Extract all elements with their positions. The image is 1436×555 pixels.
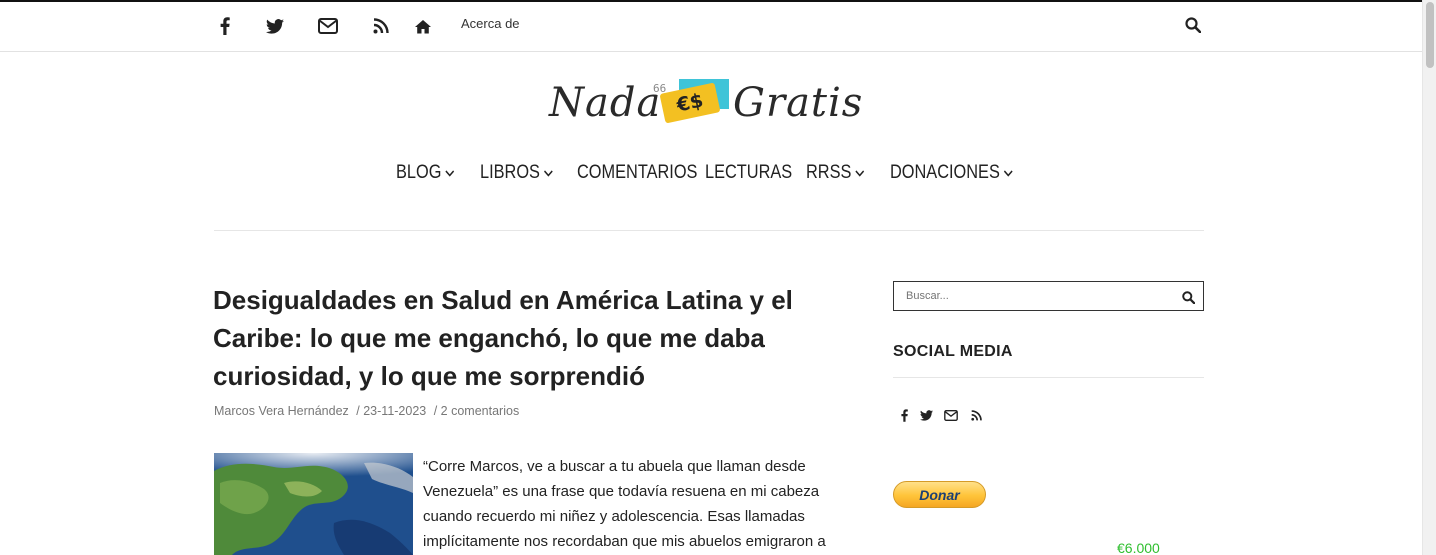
post-title[interactable]: Desigualdades en Salud en América Latina…: [213, 281, 833, 395]
nav-item-label: COMENTARIOS: [577, 162, 698, 183]
post-meta: Marcos Vera Hernández / 23-11-2023 / 2 c…: [214, 404, 523, 418]
top-bar: Acerca de: [0, 2, 1422, 52]
chevron-down-icon: [543, 169, 553, 177]
widget-divider: [893, 377, 1204, 378]
donation-amount: €6.000: [1117, 540, 1160, 555]
logo-word-left: Nada: [549, 80, 662, 126]
post-excerpt: “Corre Marcos, ve a buscar a tu abuela q…: [423, 458, 826, 550]
nav-item-blog[interactable]: BLOG: [396, 162, 454, 184]
site-logo[interactable]: Nada 66 €$ Gratis: [549, 74, 871, 134]
post-thumbnail[interactable]: [214, 453, 413, 555]
logo-badge: €$: [659, 82, 721, 124]
scrollbar[interactable]: [1422, 0, 1436, 555]
search-input[interactable]: [894, 282, 1174, 310]
envelope-icon[interactable]: [316, 14, 340, 38]
nav-item-label: LECTURAS: [705, 162, 793, 183]
main-nav: BLOG LIBROS COMENTARIOS LECTURAS RRSS DO…: [0, 158, 1422, 190]
social-media-title: SOCIAL MEDIA: [893, 343, 1013, 360]
nav-item-lecturas[interactable]: LECTURAS: [705, 162, 792, 184]
chevron-down-icon: [445, 169, 454, 177]
nav-item-comentarios[interactable]: COMENTARIOS: [577, 162, 697, 184]
post-author[interactable]: Marcos Vera Hernández: [214, 404, 349, 418]
envelope-icon[interactable]: [943, 407, 959, 423]
nav-divider: [214, 230, 1204, 231]
nav-item-label: RRSS: [806, 162, 852, 183]
home-icon[interactable]: [411, 14, 435, 38]
sidebar-search: [893, 281, 1204, 311]
twitter-icon[interactable]: [263, 14, 287, 38]
nav-item-label: BLOG: [396, 162, 442, 183]
scrollbar-thumb[interactable]: [1426, 2, 1434, 68]
facebook-icon[interactable]: [896, 407, 912, 423]
logo-word-right: Gratis: [733, 80, 864, 126]
donate-label: Donar: [919, 486, 960, 503]
nav-item-libros[interactable]: LIBROS: [480, 162, 553, 184]
nav-item-rrss[interactable]: RRSS: [806, 162, 864, 184]
nav-item-label: LIBROS: [480, 162, 540, 183]
donate-button[interactable]: Donar: [893, 481, 986, 508]
chevron-down-icon: [855, 169, 864, 177]
rss-icon[interactable]: [968, 407, 984, 423]
post-comments-link[interactable]: / 2 comentarios: [434, 404, 519, 418]
about-link[interactable]: Acerca de: [461, 16, 520, 31]
chevron-down-icon: [1003, 169, 1013, 177]
nav-item-label: DONACIONES: [890, 162, 1000, 183]
post-date: / 23-11-2023: [356, 404, 427, 418]
nav-item-donaciones[interactable]: DONACIONES: [890, 162, 1013, 184]
facebook-icon[interactable]: [213, 14, 237, 38]
search-icon[interactable]: [1182, 289, 1196, 308]
rss-icon[interactable]: [369, 14, 393, 38]
twitter-icon[interactable]: [918, 407, 934, 423]
search-icon[interactable]: [1185, 17, 1202, 37]
